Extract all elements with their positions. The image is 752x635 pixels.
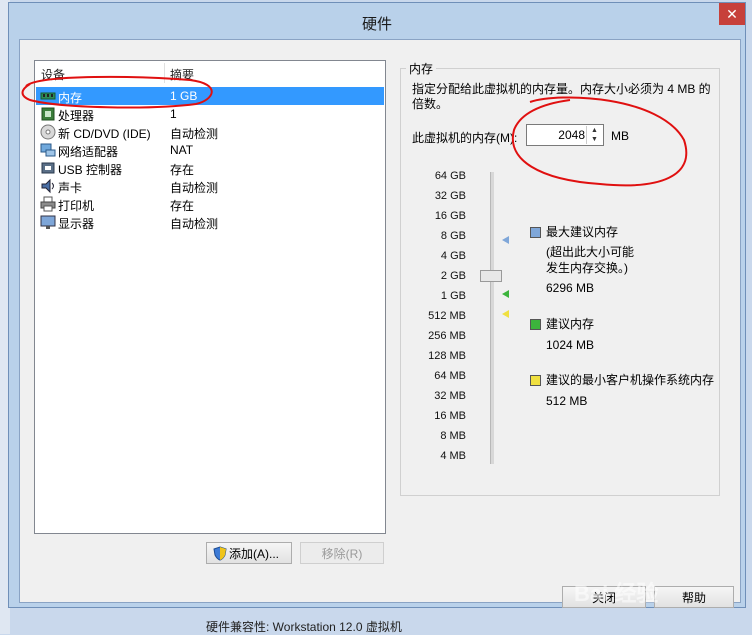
memory-scale-tick: 512 MB <box>428 310 466 322</box>
device-row-printer[interactable]: 打印机 存在 <box>36 195 384 213</box>
memory-scale-tick: 1 GB <box>440 290 466 302</box>
title-bar[interactable]: 硬件 ✕ <box>9 3 745 39</box>
sound-card-icon <box>41 178 54 194</box>
legend-max-title: 最大建议内存 <box>546 225 619 239</box>
legend-min-title: 建议的最小客户机操作系统内存 <box>546 373 715 387</box>
memory-scale-tick: 4 MB <box>440 450 466 462</box>
device-summary: 存在 <box>170 199 195 213</box>
device-row-sound-card[interactable]: 声卡 自动检测 <box>36 177 384 195</box>
recommended-swatch-icon <box>530 319 541 330</box>
device-row-memory[interactable]: 内存 1 GB <box>36 87 384 105</box>
max-recommended-swatch-icon <box>530 227 541 238</box>
memory-scale-tick: 2 GB <box>440 270 466 282</box>
memory-value: 2048 <box>558 128 585 142</box>
memory-scale-tick: 256 MB <box>428 330 466 342</box>
memory-scale-tick: 32 GB <box>434 190 466 202</box>
device-summary: 自动检测 <box>170 127 219 141</box>
close-icon[interactable]: ✕ <box>719 3 745 25</box>
memory-slider-track[interactable] <box>490 172 494 464</box>
shield-icon <box>213 546 227 561</box>
help-button[interactable]: 帮助 <box>654 586 734 608</box>
device-summary: 1 <box>170 107 177 121</box>
cd-dvd-icon <box>40 124 56 140</box>
legend-max-note-line2: 发生内存交换。) <box>546 261 628 275</box>
recommended-marker-icon <box>502 290 509 298</box>
hardware-dialog: 硬件 ✕ 设备 摘要 内存 1 GB 处理器 1 新 CD/DVD (IDE) … <box>8 2 746 608</box>
device-name: 内存 <box>58 91 83 105</box>
memory-field-label: 此虚拟机的内存(M): <box>412 131 518 145</box>
column-header-device[interactable]: 设备 <box>41 66 65 83</box>
minimum-marker-icon <box>502 310 509 318</box>
printer-icon <box>40 196 56 212</box>
device-row-network-adapter[interactable]: 网络适配器 NAT <box>36 141 384 159</box>
dialog-title: 硬件 <box>361 16 392 33</box>
memory-icon <box>40 92 56 100</box>
memory-scale-tick: 4 GB <box>440 250 466 262</box>
max-recommended-marker-icon <box>502 236 509 244</box>
device-name: 显示器 <box>58 217 95 231</box>
network-adapter-icon <box>40 143 56 157</box>
device-row-usb[interactable]: USB 控制器 存在 <box>36 159 384 177</box>
memory-scale-tick: 8 MB <box>440 430 466 442</box>
dialog-client-area: 设备 摘要 内存 1 GB 处理器 1 新 CD/DVD (IDE) 自动检测 <box>19 39 741 608</box>
device-row-processor[interactable]: 处理器 1 <box>36 105 384 123</box>
minimum-swatch-icon <box>530 375 541 386</box>
processor-icon <box>41 107 55 121</box>
add-device-label: 添加(A)... <box>229 547 279 561</box>
memory-group-title: 内存 <box>406 60 437 77</box>
spin-down-icon[interactable]: ▼ <box>586 135 602 144</box>
device-list-header: 设备 摘要 <box>35 61 385 83</box>
device-list[interactable]: 设备 摘要 内存 1 GB 处理器 1 新 CD/DVD (IDE) 自动检测 <box>34 60 386 534</box>
memory-scale-tick: 16 GB <box>434 210 466 222</box>
display-icon <box>40 215 56 229</box>
memory-scale-tick: 64 MB <box>434 370 466 382</box>
device-name: 网络适配器 <box>58 145 119 159</box>
memory-unit: MB <box>611 129 629 143</box>
legend-min-value: 512 MB <box>546 394 588 408</box>
background-hardware-compat-text: 硬件兼容性: Workstation 12.0 虚拟机 <box>206 620 402 634</box>
memory-slider-thumb[interactable] <box>480 270 502 282</box>
memory-scale-tick: 128 MB <box>428 350 466 362</box>
remove-device-button[interactable]: 移除(R) <box>300 542 384 564</box>
device-name: 打印机 <box>58 199 95 213</box>
device-summary: 1 GB <box>170 89 198 103</box>
column-header-summary[interactable]: 摘要 <box>170 66 194 83</box>
legend-max-value: 6296 MB <box>546 281 595 295</box>
device-summary: 存在 <box>170 163 195 177</box>
legend-max-note-line1: (超出此大小可能 <box>546 245 634 259</box>
device-summary: NAT <box>170 143 194 157</box>
memory-scale-tick: 8 GB <box>440 230 466 242</box>
memory-spinbox[interactable]: 2048 ▲ ▼ <box>526 124 604 146</box>
memory-description: 指定分配给此虚拟机的内存量。内存大小必须为 4 MB 的倍数。 <box>412 82 711 111</box>
usb-icon <box>41 162 55 174</box>
add-device-button[interactable]: 添加(A)... <box>206 542 292 564</box>
spin-up-icon[interactable]: ▲ <box>586 126 602 135</box>
legend-recommended-value: 1024 MB <box>546 338 595 352</box>
legend-recommended-title: 建议内存 <box>546 317 595 331</box>
column-divider <box>164 63 165 83</box>
watermark-logo: Bai 经验 <box>574 581 659 606</box>
memory-scale-tick: 32 MB <box>434 390 466 402</box>
device-name: 处理器 <box>58 109 95 123</box>
memory-scale-tick: 16 MB <box>434 410 466 422</box>
device-row-display[interactable]: 显示器 自动检测 <box>36 213 384 231</box>
device-name: USB 控制器 <box>58 163 123 177</box>
memory-scale-tick: 64 GB <box>434 170 466 182</box>
device-name: 新 CD/DVD (IDE) <box>58 127 151 141</box>
device-summary: 自动检测 <box>170 217 219 231</box>
device-row-cd-dvd[interactable]: 新 CD/DVD (IDE) 自动检测 <box>36 123 384 141</box>
device-summary: 自动检测 <box>170 181 219 195</box>
device-name: 声卡 <box>58 181 83 195</box>
